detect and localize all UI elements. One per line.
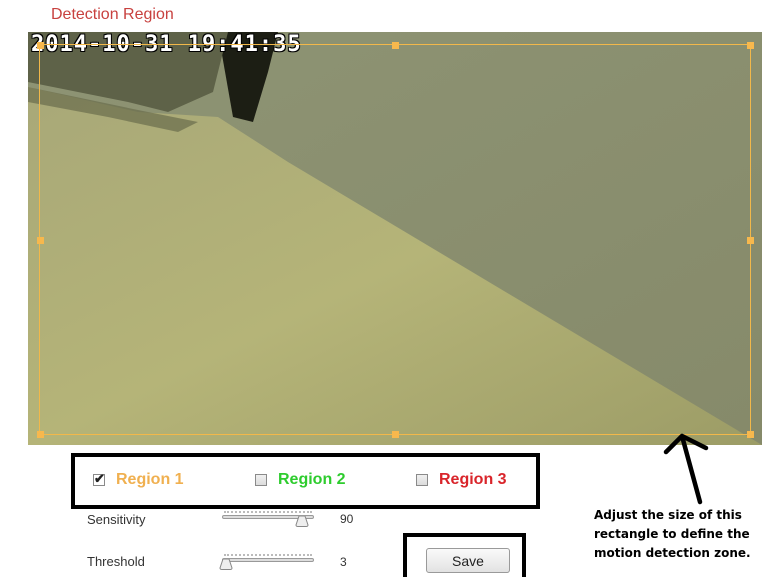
annotation-line: Adjust the size of this <box>594 508 742 522</box>
region-selector-highlight: Region 1 Region 2 Region 3 <box>71 453 540 509</box>
threshold-value: 3 <box>340 555 347 569</box>
resize-handle-top[interactable] <box>392 42 399 49</box>
sensitivity-value: 90 <box>340 512 354 526</box>
threshold-slider[interactable] <box>219 554 314 574</box>
annotation-line: rectangle to define the <box>594 527 750 541</box>
region-2-label: Region 2 <box>278 471 346 488</box>
resize-handle-bottom[interactable] <box>392 431 399 438</box>
sensitivity-label: Sensitivity <box>87 512 146 527</box>
region-2-checkbox[interactable] <box>255 474 267 486</box>
resize-handle-top-right[interactable] <box>747 42 754 49</box>
region-1-option[interactable]: Region 1 <box>93 471 184 489</box>
slider-thumb[interactable] <box>295 516 309 527</box>
annotation-note: Adjust the size of this rectangle to def… <box>594 506 751 563</box>
resize-handle-bottom-left[interactable] <box>37 431 44 438</box>
detection-rectangle[interactable] <box>37 42 754 438</box>
sensitivity-slider[interactable] <box>222 511 314 531</box>
region-1-label: Region 1 <box>116 471 184 488</box>
threshold-label: Threshold <box>87 554 145 569</box>
arrow-icon <box>663 433 709 505</box>
region-3-checkbox[interactable] <box>416 474 428 486</box>
slider-track <box>222 558 314 562</box>
page-title: Detection Region <box>51 6 174 23</box>
slider-thumb[interactable] <box>219 559 233 570</box>
save-highlight: Save <box>403 533 526 577</box>
region-3-label: Region 3 <box>439 471 507 488</box>
resize-handle-top-left[interactable] <box>37 42 44 49</box>
camera-feed[interactable]: 2014-10-31 19:41:35 <box>28 32 762 445</box>
resize-handle-left[interactable] <box>37 236 44 244</box>
annotation-line: motion detection zone. <box>594 546 751 560</box>
region-2-option[interactable]: Region 2 <box>255 471 346 489</box>
resize-handle-right[interactable] <box>747 236 754 244</box>
resize-handle-bottom-right[interactable] <box>747 431 754 438</box>
region-1-checkbox[interactable] <box>93 471 105 487</box>
region-3-option[interactable]: Region 3 <box>416 471 507 489</box>
save-button[interactable]: Save <box>426 548 510 573</box>
